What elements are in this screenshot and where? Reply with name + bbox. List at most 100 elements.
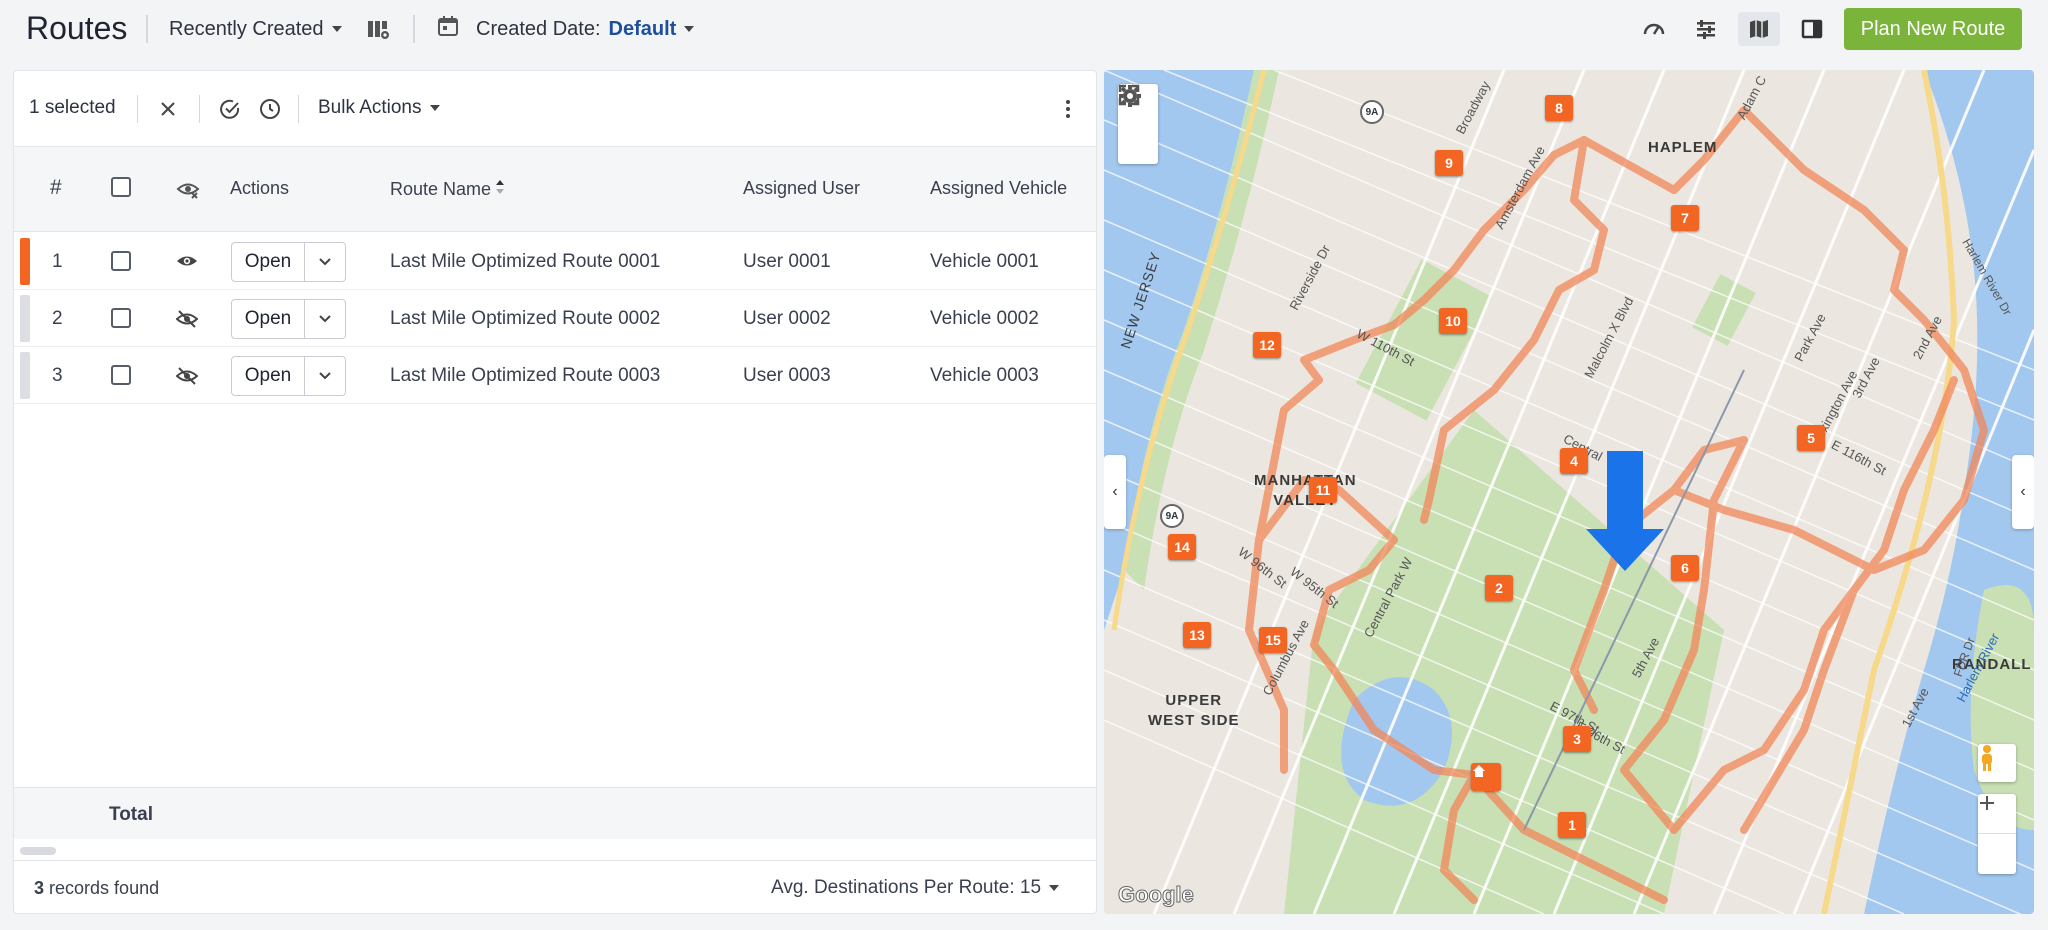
total-label: Total (109, 804, 153, 825)
stop-marker[interactable]: 7 (1671, 205, 1699, 231)
selection-toolbar: 1 selected Bulk Actions (14, 71, 1096, 147)
eye-off-icon[interactable] (175, 309, 199, 334)
stop-marker[interactable]: 13 (1183, 622, 1211, 648)
clock-icon[interactable] (256, 95, 284, 123)
column-header-number: # (50, 176, 62, 199)
route-map[interactable]: HAPLEM MANHATTAN VALLEY UPPER WEST SIDE … (1104, 70, 2034, 914)
bulk-actions-dropdown[interactable]: Bulk Actions (318, 97, 440, 119)
route-name-cell: Last Mile Optimized Route 0002 (390, 308, 661, 329)
chevron-down-icon[interactable] (305, 243, 345, 281)
assigned-vehicle-cell: Vehicle 0001 (930, 251, 1039, 272)
open-route-button[interactable]: Open (232, 300, 305, 338)
stop-marker[interactable]: 3 (1563, 726, 1591, 752)
route-name-header-label: Route Name (390, 179, 492, 199)
table-row[interactable]: 1 Open Last Mile Optimized Route 0001 Us… (14, 233, 1096, 290)
map-view-icon[interactable] (1738, 12, 1780, 46)
toolbar-divider (137, 95, 138, 123)
date-filter-dropdown[interactable]: Created Date: Default (436, 16, 695, 42)
records-text: records found (49, 878, 160, 898)
stop-marker[interactable]: 5 (1797, 425, 1825, 451)
route-name-cell: Last Mile Optimized Route 0003 (390, 365, 661, 386)
caret-down-icon (429, 105, 440, 111)
map-canvas (1104, 70, 2034, 914)
assigned-user-cell: User 0001 (743, 251, 831, 272)
collapse-right-chevron-icon[interactable]: ‹ (2012, 455, 2034, 529)
stop-marker[interactable]: 14 (1168, 534, 1196, 560)
stop-marker[interactable]: 11 (1309, 477, 1337, 503)
total-row: Total (14, 787, 1096, 839)
depot-home-icon[interactable] (1471, 763, 1501, 791)
row-color-marker (20, 238, 30, 285)
stop-marker[interactable]: 10 (1439, 308, 1467, 334)
column-header-route-name[interactable]: Route Name (390, 178, 505, 201)
plan-new-route-button[interactable]: Plan New Route (1844, 8, 2022, 50)
avg-destinations-dropdown[interactable]: Avg. Destinations Per Route: 15 (771, 877, 1060, 899)
avg-destinations-label: Avg. Destinations Per Route: 15 (771, 877, 1042, 898)
caret-down-icon (331, 26, 342, 32)
sort-dropdown[interactable]: Recently Created (169, 16, 342, 42)
open-route-button[interactable]: Open (232, 243, 305, 281)
header-divider (413, 15, 415, 43)
highway-shield: 9A (1360, 100, 1384, 124)
collapse-left-chevron-icon[interactable]: ‹ (1104, 455, 1126, 529)
bulk-actions-label: Bulk Actions (318, 97, 422, 118)
row-checkbox[interactable] (111, 308, 131, 328)
zoom-controls (1978, 794, 2016, 874)
select-all-checkbox[interactable] (111, 177, 131, 197)
open-route-split-button: Open (231, 242, 346, 282)
map-label-upper-west-side: UPPER WEST SIDE (1148, 692, 1240, 729)
open-route-split-button: Open (231, 356, 346, 396)
row-number: 2 (52, 308, 63, 329)
google-logo: Google (1118, 882, 1195, 908)
map-controls-top (1118, 84, 1158, 164)
table-row[interactable]: 3 Open Last Mile Optimized Route 0003 Us… (14, 347, 1096, 404)
top-bar: Routes Recently Created Created Date: De… (0, 0, 2048, 58)
row-checkbox[interactable] (111, 251, 131, 271)
pegman-street-view-icon[interactable] (1978, 744, 2016, 782)
stop-marker[interactable]: 9 (1435, 150, 1463, 176)
scrollbar-thumb[interactable] (20, 847, 56, 855)
chevron-down-icon[interactable] (305, 300, 345, 338)
records-count: 3 (34, 878, 45, 898)
more-options-icon[interactable] (1054, 95, 1082, 123)
caret-down-icon (684, 26, 695, 32)
column-header-assigned-user: Assigned User (743, 178, 861, 198)
eye-off-icon[interactable] (175, 366, 199, 391)
table-row[interactable]: 2 Open Last Mile Optimized Route 0002 Us… (14, 290, 1096, 347)
chevron-down-icon[interactable] (305, 357, 345, 395)
map-label-harlem: HAPLEM (1648, 139, 1718, 156)
row-number: 1 (52, 251, 63, 272)
stop-marker[interactable]: 4 (1560, 448, 1588, 474)
route-name-cell: Last Mile Optimized Route 0001 (390, 251, 661, 272)
open-route-split-button: Open (231, 299, 346, 339)
eye-icon[interactable] (176, 252, 198, 275)
highway-shield: 9A (1160, 504, 1184, 528)
stop-marker[interactable]: 12 (1253, 332, 1281, 358)
assigned-user-cell: User 0002 (743, 308, 831, 329)
row-checkbox[interactable] (111, 365, 131, 385)
column-settings-icon[interactable] (366, 16, 390, 42)
speedometer-icon[interactable] (1633, 12, 1675, 46)
toolbar-divider (298, 95, 299, 123)
header-divider (146, 15, 148, 43)
zoom-out-icon[interactable] (1978, 802, 2016, 874)
stop-marker[interactable]: 8 (1545, 95, 1573, 121)
visibility-toggle-header-icon[interactable] (176, 178, 200, 205)
date-filter-value: Default (608, 17, 677, 40)
open-route-button[interactable]: Open (232, 357, 305, 395)
caret-down-icon (1049, 885, 1060, 891)
assigned-vehicle-cell: Vehicle 0003 (930, 365, 1039, 386)
page-title: Routes (26, 10, 128, 46)
tune-icon[interactable] (1685, 12, 1727, 46)
toolbar-divider (199, 95, 200, 123)
check-circle-icon[interactable] (216, 95, 244, 123)
clear-selection-icon[interactable] (154, 95, 182, 123)
stop-marker[interactable]: 6 (1671, 555, 1699, 581)
stop-marker[interactable]: 2 (1485, 575, 1513, 601)
side-panel-icon[interactable] (1791, 12, 1833, 46)
row-color-marker (20, 352, 30, 399)
stop-marker[interactable]: 15 (1259, 627, 1287, 653)
table-footer: 3 records found Avg. Destinations Per Ro… (14, 861, 1096, 913)
stop-marker[interactable]: 1 (1558, 812, 1586, 838)
horizontal-scrollbar[interactable] (14, 839, 1096, 861)
